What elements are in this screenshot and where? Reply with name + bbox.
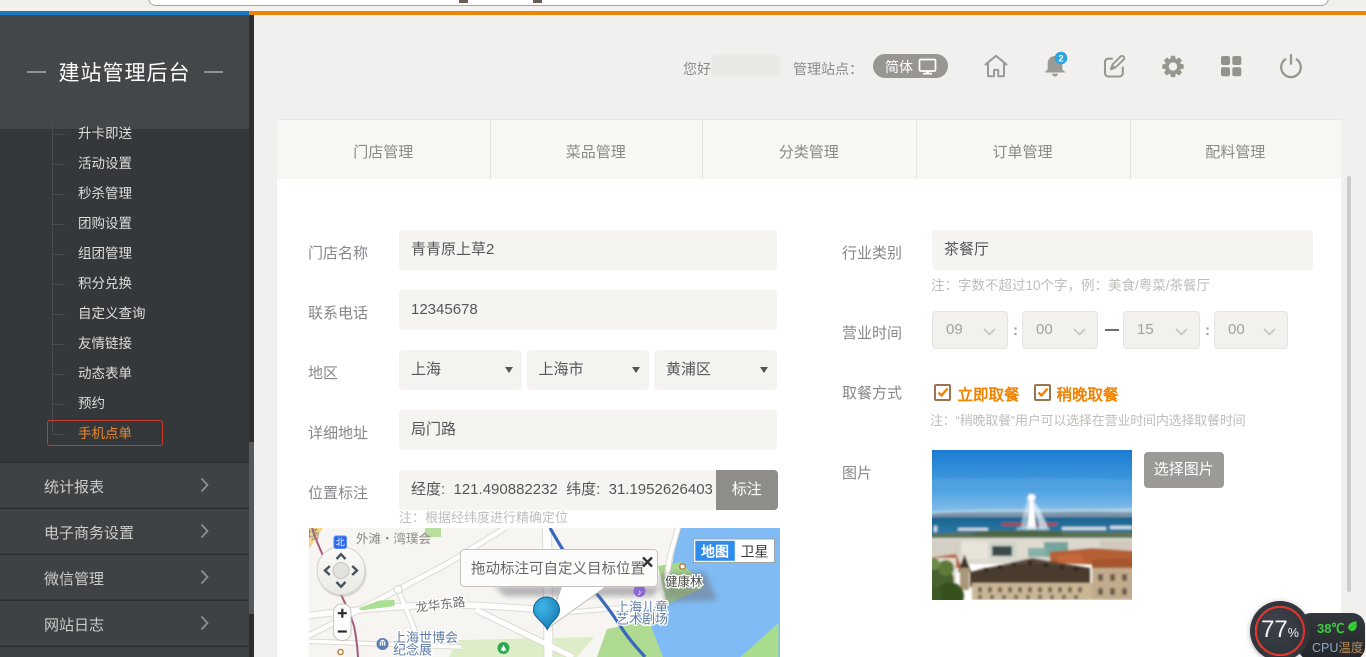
svg-text:拖动标注可自定义目标位置: 拖动标注可自定义目标位置 (471, 561, 645, 578)
svg-text:艺术剧场: 艺术剧场 (616, 612, 668, 627)
svg-text:纪念展: 纪念展 (393, 643, 432, 657)
svg-text:地图: 地图 (701, 544, 729, 560)
svg-text:场: 场 (309, 528, 320, 542)
svg-text:卫星: 卫星 (740, 544, 768, 560)
svg-text:北: 北 (335, 538, 344, 548)
svg-text:2: 2 (1058, 53, 1063, 64)
svg-text:外滩・湾璞会: 外滩・湾璞会 (356, 531, 432, 546)
svg-text:健康林: 健康林 (665, 574, 703, 589)
svg-text:♪: ♪ (637, 587, 641, 597)
